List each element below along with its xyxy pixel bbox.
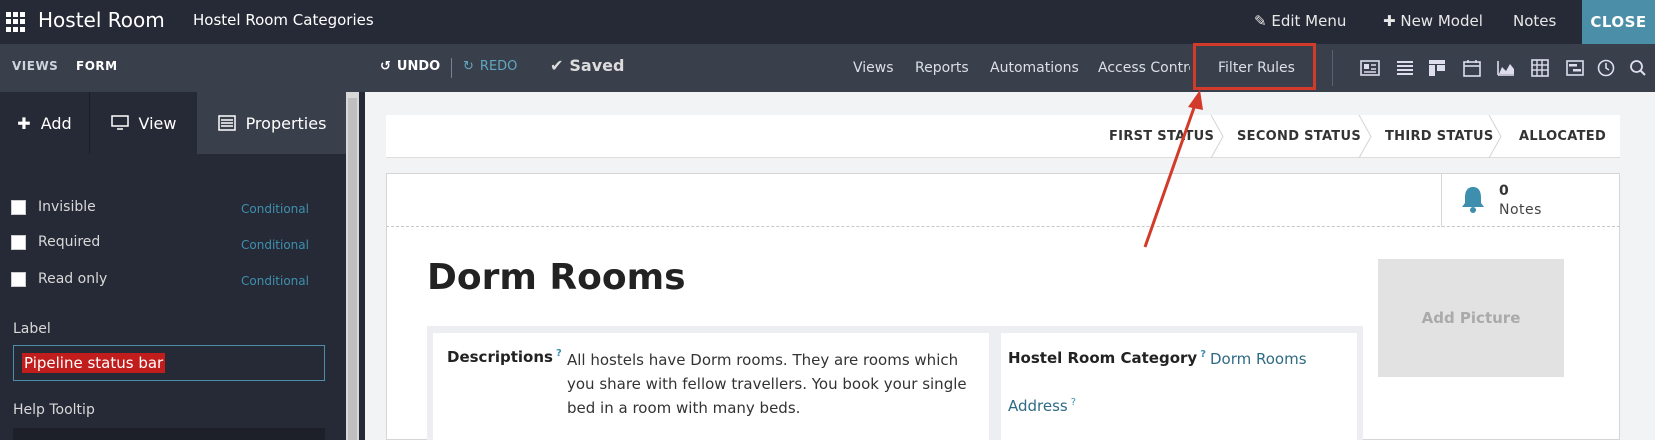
descriptions-value[interactable]: All hostels have Dorm rooms. They are ro… bbox=[567, 348, 977, 420]
list-view-icon[interactable] bbox=[1395, 58, 1415, 78]
status-first[interactable]: FIRST STATUS bbox=[1109, 129, 1214, 144]
form-view-icon[interactable] bbox=[1360, 58, 1380, 78]
notes-menu-button[interactable]: Notes bbox=[1513, 12, 1556, 30]
tab-add[interactable]: ✚ Add bbox=[0, 92, 89, 154]
activity-view-icon[interactable] bbox=[1596, 58, 1616, 78]
help-icon[interactable]: ? bbox=[1200, 349, 1206, 360]
invisible-label: Invisible bbox=[38, 199, 96, 215]
readonly-checkbox[interactable] bbox=[11, 271, 26, 287]
divider bbox=[451, 58, 452, 78]
chevron-right-icon bbox=[1488, 115, 1502, 158]
category-value[interactable]: Dorm Rooms bbox=[1210, 350, 1307, 368]
label-input-value: Pipeline status bar bbox=[22, 353, 166, 373]
edit-menu-label: Edit Menu bbox=[1271, 12, 1347, 30]
record-title[interactable]: Dorm Rooms bbox=[427, 257, 686, 298]
pipeline-statusbar[interactable]: FIRST STATUS SECOND STATUS THIRD STATUS … bbox=[386, 115, 1620, 158]
tab-view[interactable]: View bbox=[89, 92, 197, 154]
close-button[interactable]: CLOSE bbox=[1582, 0, 1655, 44]
views-link[interactable]: Views bbox=[853, 60, 894, 76]
plus-icon: ✚ bbox=[1383, 12, 1396, 30]
plus-icon: ✚ bbox=[17, 113, 31, 133]
undo-button[interactable]: ↺ UNDO bbox=[380, 59, 440, 74]
sidebar-scrollbar[interactable] bbox=[346, 92, 359, 440]
studio-toolbar: VIEWS FORM ↺ UNDO ↻ REDO ✔ Saved Views R… bbox=[0, 44, 1655, 92]
bell-icon bbox=[1462, 187, 1484, 213]
saved-indicator: ✔ Saved bbox=[550, 56, 624, 75]
new-model-label: New Model bbox=[1400, 12, 1483, 30]
help-icon[interactable]: ? bbox=[1071, 397, 1076, 408]
readonly-checkbox-row[interactable]: Read only bbox=[11, 271, 107, 287]
undo-icon: ↺ bbox=[380, 59, 391, 74]
tab-properties[interactable]: Properties bbox=[197, 92, 347, 154]
tab-view-label: View bbox=[138, 113, 177, 133]
tab-views[interactable]: VIEWS bbox=[12, 59, 58, 73]
undo-label: UNDO bbox=[396, 59, 441, 74]
divider bbox=[1441, 173, 1442, 227]
add-picture-button[interactable]: Add Picture bbox=[1378, 259, 1564, 377]
redo-label: REDO bbox=[479, 59, 518, 74]
pencil-icon: ✎ bbox=[1254, 12, 1267, 30]
divider bbox=[1332, 50, 1333, 86]
check-icon: ✔ bbox=[550, 56, 564, 75]
required-conditional-link[interactable]: Conditional bbox=[241, 238, 309, 252]
tab-add-label: Add bbox=[40, 113, 72, 133]
label-input[interactable]: Pipeline status bar bbox=[13, 345, 325, 381]
saved-label: Saved bbox=[569, 56, 625, 75]
notes-label[interactable]: Notes bbox=[1499, 202, 1542, 218]
chevron-right-icon bbox=[1358, 115, 1372, 158]
invisible-conditional-link[interactable]: Conditional bbox=[241, 202, 309, 216]
studio-sidebar: ✚ Add View Properties bbox=[0, 92, 347, 440]
help-tooltip-title: Help Tooltip bbox=[13, 402, 95, 418]
invisible-checkbox[interactable] bbox=[11, 199, 26, 215]
filter-rules-highlight-box bbox=[1193, 43, 1316, 90]
app-title[interactable]: Hostel Room bbox=[38, 8, 165, 32]
category-label: Hostel Room Category? bbox=[1008, 349, 1206, 367]
chevron-right-icon bbox=[1210, 115, 1224, 158]
search-view-icon[interactable] bbox=[1628, 58, 1648, 78]
address-label-text: Address bbox=[1008, 397, 1068, 415]
new-model-button[interactable]: ✚ New Model bbox=[1383, 12, 1483, 30]
help-icon[interactable]: ? bbox=[556, 348, 562, 359]
pivot-view-icon[interactable] bbox=[1530, 58, 1550, 78]
properties-icon bbox=[217, 115, 236, 131]
readonly-conditional-link[interactable]: Conditional bbox=[241, 274, 309, 288]
scrollbar-thumb[interactable] bbox=[348, 98, 357, 440]
descriptions-label-text: Descriptions bbox=[447, 348, 553, 366]
kanban-view-icon[interactable] bbox=[1427, 58, 1447, 78]
sheet-header bbox=[386, 173, 1620, 227]
apps-menu-icon[interactable] bbox=[6, 12, 26, 32]
tab-properties-label: Properties bbox=[245, 113, 327, 133]
redo-icon: ↻ bbox=[463, 59, 474, 74]
status-third[interactable]: THIRD STATUS bbox=[1385, 129, 1494, 144]
readonly-label: Read only bbox=[38, 271, 108, 287]
top-navbar: Hostel Room Hostel Room Categories ✎ Edi… bbox=[0, 0, 1655, 44]
gantt-view-icon[interactable] bbox=[1565, 58, 1585, 78]
status-allocated[interactable]: ALLOCATED bbox=[1519, 129, 1606, 144]
status-second[interactable]: SECOND STATUS bbox=[1237, 129, 1361, 144]
redo-button[interactable]: ↻ REDO bbox=[463, 59, 517, 74]
graph-view-icon[interactable] bbox=[1496, 58, 1516, 78]
label-field-title: Label bbox=[13, 321, 51, 337]
reports-link[interactable]: Reports bbox=[915, 60, 969, 76]
model-title[interactable]: Hostel Room Categories bbox=[193, 11, 374, 29]
help-tooltip-input[interactable] bbox=[13, 428, 325, 440]
required-checkbox-row[interactable]: Required bbox=[11, 234, 100, 250]
required-checkbox[interactable] bbox=[11, 234, 26, 250]
automations-link[interactable]: Automations bbox=[990, 60, 1079, 76]
monitor-icon bbox=[110, 115, 129, 130]
descriptions-label: Descriptions? bbox=[447, 348, 562, 366]
tab-form[interactable]: FORM bbox=[76, 59, 118, 73]
calendar-view-icon[interactable] bbox=[1462, 58, 1482, 78]
address-label[interactable]: Address? bbox=[1008, 397, 1076, 415]
invisible-checkbox-row[interactable]: Invisible bbox=[11, 199, 96, 215]
category-label-text: Hostel Room Category bbox=[1008, 349, 1198, 367]
edit-menu-button[interactable]: ✎ Edit Menu bbox=[1254, 12, 1346, 30]
required-label: Required bbox=[38, 234, 101, 250]
access-control-link[interactable]: Access Contro bbox=[1098, 60, 1190, 76]
notes-count[interactable]: 0 bbox=[1499, 183, 1509, 199]
